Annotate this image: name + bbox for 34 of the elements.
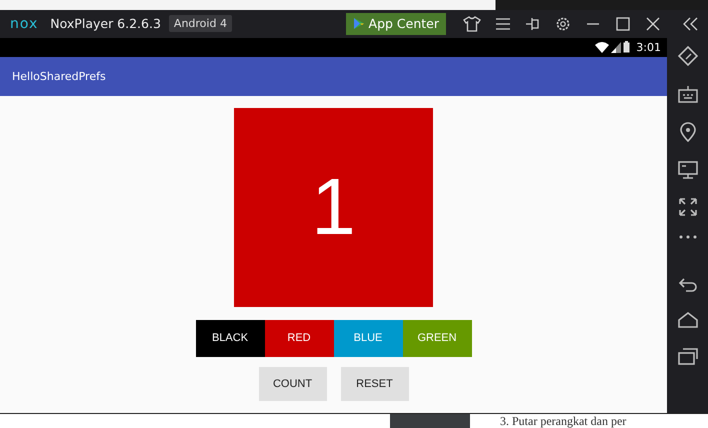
screen-icon[interactable] [678, 160, 698, 179]
color-button[interactable]: BLACK [196, 320, 264, 357]
recents-icon[interactable] [678, 346, 698, 365]
rotate-icon[interactable] [678, 46, 698, 66]
close-icon[interactable] [645, 16, 661, 32]
color-button[interactable]: GREEN [402, 320, 472, 357]
pin-icon[interactable] [525, 16, 541, 32]
status-time: 3:01 [636, 40, 661, 54]
shirt-icon[interactable] [463, 16, 481, 32]
maximize-icon[interactable] [615, 16, 631, 32]
window-title: NoxPlayer 6.2.6.3 [50, 16, 161, 32]
logo: nox [10, 16, 38, 32]
wifi-icon [595, 42, 610, 53]
app-title: HelloSharedPrefs [12, 70, 106, 83]
action-button[interactable]: RESET [340, 366, 408, 401]
location-icon[interactable] [680, 122, 696, 142]
color-button[interactable]: RED [264, 320, 334, 357]
count-value: 1 [311, 167, 356, 248]
signal-icon [611, 42, 622, 53]
settings-icon[interactable] [555, 16, 571, 32]
keyboard-icon[interactable] [678, 84, 698, 103]
color-button[interactable]: BLUE [334, 320, 402, 357]
app-center-button[interactable]: App Center [346, 12, 446, 35]
play-store-icon [352, 17, 365, 30]
more-icon[interactable] [678, 234, 696, 239]
battery-icon [623, 41, 630, 54]
back-icon[interactable] [678, 276, 698, 293]
action-button[interactable]: COUNT [258, 366, 326, 401]
menu-icon[interactable] [495, 16, 511, 31]
home-icon[interactable] [678, 312, 698, 328]
background-text: 3. Putar perangkat dan per [500, 414, 626, 428]
collapse-icon[interactable] [682, 16, 698, 32]
fullscreen-icon[interactable] [678, 198, 696, 216]
version-badge: Android 4 [168, 15, 232, 32]
